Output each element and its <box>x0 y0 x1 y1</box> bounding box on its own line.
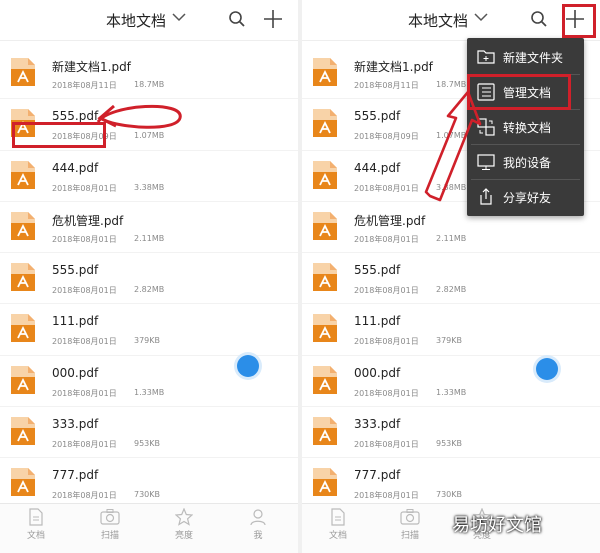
right-screenshot: 本地文档 新建文档1.pdf 2018年08月11日 18.7MB 555.pdf 20… <box>302 0 600 553</box>
annotation-arrow <box>96 104 182 129</box>
left-screenshot: 本地文档 新建文档1.pdf 2018年08月11日 18.7MB 555.pdf 20… <box>0 0 298 553</box>
watermark-text: 易坊好文馆 <box>452 515 542 536</box>
annotation-arrow <box>424 90 482 202</box>
